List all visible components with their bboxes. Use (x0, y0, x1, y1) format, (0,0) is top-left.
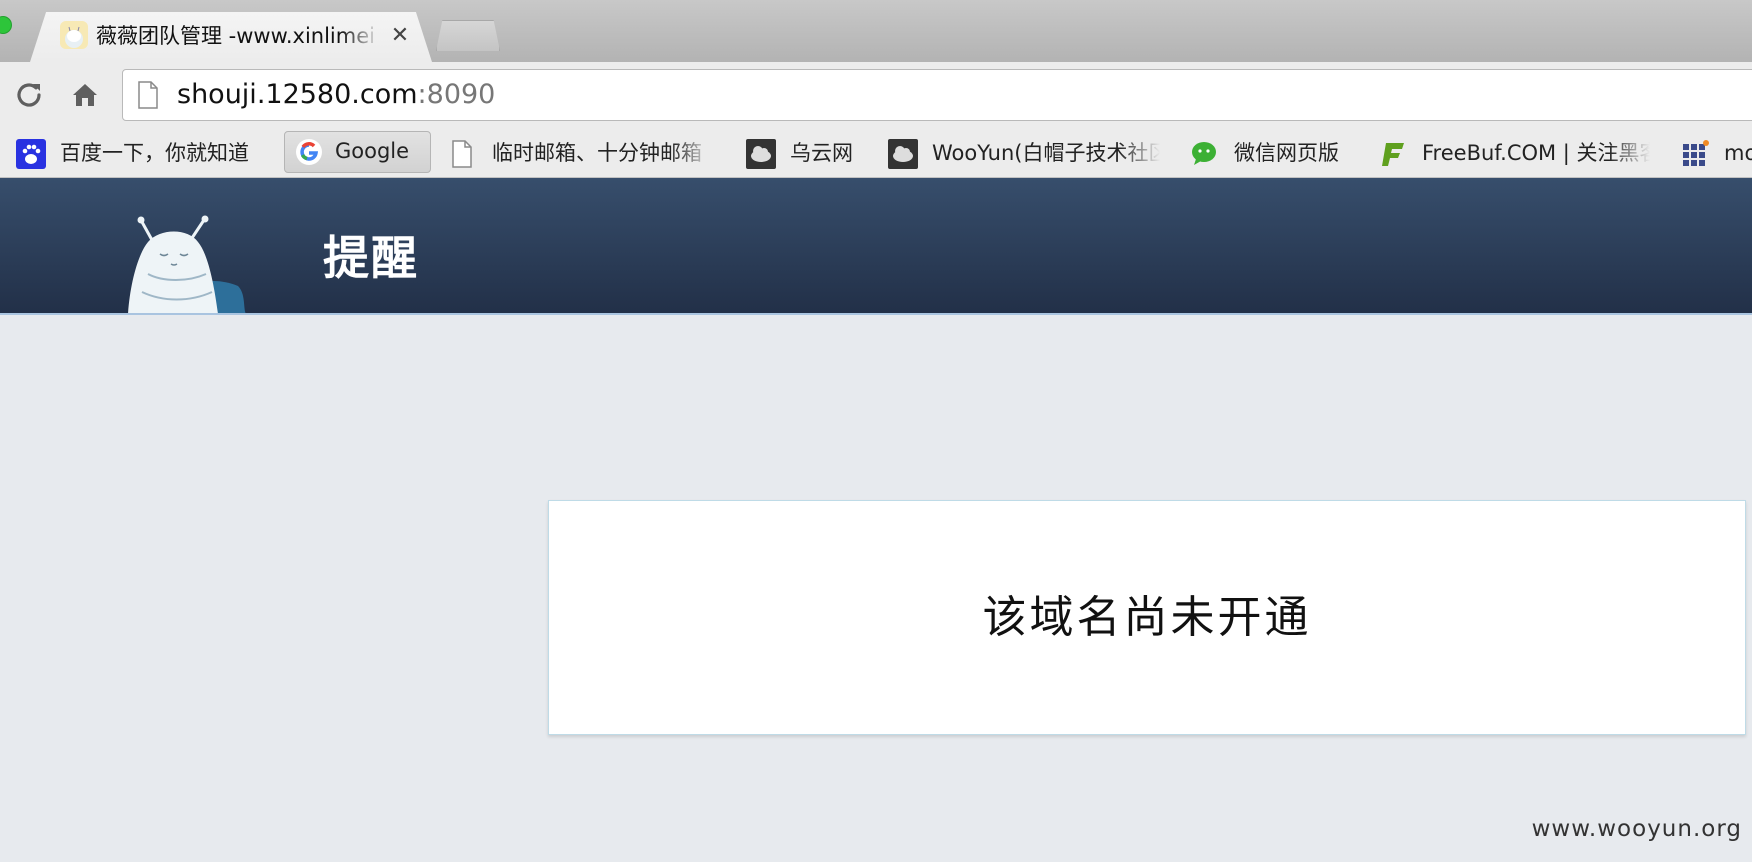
bookmark-label: 百度一下，你就知道 (60, 141, 249, 165)
page-title: 提醒 (323, 231, 419, 285)
watermark: www.wooyun.org (1531, 816, 1742, 842)
bookmarks-bar: 百度一下，你就知道 Google 临时邮箱、十分钟邮箱 乌云网 WooYun(白… (0, 130, 1752, 178)
wechat-icon (1190, 139, 1220, 169)
reload-icon[interactable] (12, 78, 46, 112)
bookmark-label: WooYun(白帽子技术社区) (932, 141, 1160, 165)
bookmark-wooyun[interactable]: 乌云网 (746, 134, 866, 172)
browser-toolbar: shouji.12580.com:8090 (0, 62, 1752, 130)
bookmark-label: Google (335, 139, 410, 163)
mascot-logo (128, 215, 246, 313)
notice-panel: 该域名尚未开通 (548, 500, 1746, 735)
address-bar[interactable]: shouji.12580.com:8090 (122, 69, 1752, 121)
bookmark-label: mo (1724, 141, 1752, 165)
wooyun-cloud-icon (746, 139, 776, 169)
tab-title: 薇薇团队管理 -www.xinlimei (96, 24, 375, 48)
new-tab-icon[interactable] (436, 20, 500, 51)
bookmark-freebuf[interactable]: FreeBuf.COM | 关注黑客 (1378, 134, 1650, 172)
bookmark-temp-mail[interactable]: 临时邮箱、十分钟邮箱 (448, 134, 713, 172)
bookmark-label: 临时邮箱、十分钟邮箱 (492, 141, 702, 165)
url-text[interactable]: shouji.12580.com:8090 (177, 70, 495, 120)
cartoon-mascot-icon (60, 21, 88, 49)
tab-strip: 薇薇团队管理 -www.xinlimei ✕ (0, 0, 1752, 62)
bookmark-label: 乌云网 (790, 141, 853, 165)
page-header: 提醒 (0, 178, 1752, 315)
page-icon (138, 81, 158, 109)
bookmark-more[interactable]: mo (1680, 134, 1752, 172)
bookmark-label: 微信网页版 (1234, 141, 1339, 165)
browser-tab[interactable]: 薇薇团队管理 -www.xinlimei ✕ (30, 12, 432, 62)
close-icon[interactable]: ✕ (388, 22, 412, 50)
window-zoom-button[interactable] (0, 16, 12, 34)
bookmark-wechat[interactable]: 微信网页版 (1190, 134, 1360, 172)
url-port: :8090 (417, 79, 496, 110)
apps-grid-icon (1680, 139, 1710, 169)
google-icon (294, 137, 324, 167)
home-icon[interactable] (68, 78, 102, 112)
bookmark-google[interactable]: Google (284, 131, 431, 173)
bookmark-baidu[interactable]: 百度一下，你就知道 (16, 134, 266, 172)
page-icon (448, 139, 478, 169)
freebuf-icon (1378, 139, 1408, 169)
bookmark-wooyun-community[interactable]: WooYun(白帽子技术社区) (888, 134, 1160, 172)
bookmark-label: FreeBuf.COM | 关注黑客 (1422, 141, 1650, 165)
url-host: shouji.12580.com (177, 79, 418, 110)
baidu-paw-icon (16, 139, 46, 169)
notice-message: 该域名尚未开通 (982, 592, 1312, 643)
wooyun-cloud-icon (888, 139, 918, 169)
